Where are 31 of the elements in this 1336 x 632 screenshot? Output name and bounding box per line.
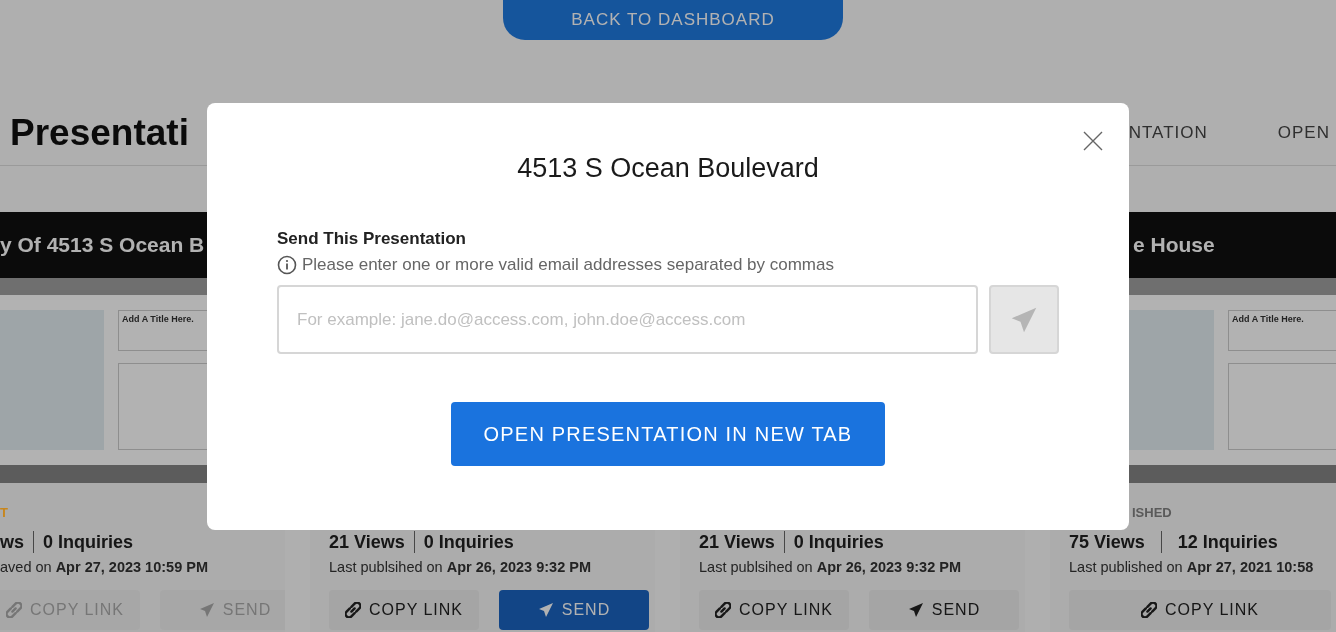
copy-link-button[interactable]: COPY LINK (699, 590, 849, 630)
inquiries-count: 0 Inquiries (423, 531, 514, 553)
date-text: Last published on Apr 27, 2021 10:58 (1069, 559, 1315, 575)
views-count: 21 Views (329, 531, 405, 553)
inquiries-count: 12 Inquiries (1177, 531, 1278, 553)
copy-link-button[interactable]: COPY LINK (1069, 590, 1331, 630)
status-label: ISHED (1132, 505, 1172, 520)
send-label: Send This Presentation (277, 229, 467, 249)
back-to-dashboard-button[interactable]: BACK TO DASHBOARD (503, 0, 843, 40)
card-title: e House (1133, 233, 1215, 257)
copy-link-button[interactable]: COPY LINK (329, 590, 479, 630)
hint-text: Please enter one or more valid email addresses separated by commas (302, 255, 834, 275)
open-presentation-button[interactable]: OPEN PRESENTATION IN NEW TAB (451, 402, 885, 466)
send-button[interactable]: SEND (499, 590, 649, 630)
date-text: Last publsihed on Apr 26, 2023 9:32 PM (699, 559, 962, 575)
views-count: ws (0, 531, 24, 553)
header-tab[interactable]: NTATION (1128, 122, 1208, 143)
views-count: 21 Views (699, 531, 775, 553)
dialog-title: 4513 S Ocean Boulevard (516, 153, 820, 185)
email-field[interactable]: For example: jane.do@access.com, john.doe@access.com (277, 285, 978, 354)
page-title: Presentati (10, 111, 189, 154)
send-button[interactable]: SEND (869, 590, 1019, 630)
status-label: T (0, 505, 8, 520)
title-field: Add A Title Here. (1228, 310, 1336, 352)
date-text: Last publsihed on Apr 26, 2023 9:32 PM (329, 559, 592, 575)
inquiries-count: 0 Inquiries (43, 531, 134, 553)
date-text: aved on Apr 27, 2023 10:59 PM (0, 559, 209, 575)
views-count: 75 Views (1069, 531, 1145, 553)
inquiries-count: 0 Inquiries (793, 531, 884, 553)
card-title: y Of 4513 S Ocean B (0, 233, 205, 257)
header-tab[interactable]: OPEN (1277, 122, 1330, 143)
